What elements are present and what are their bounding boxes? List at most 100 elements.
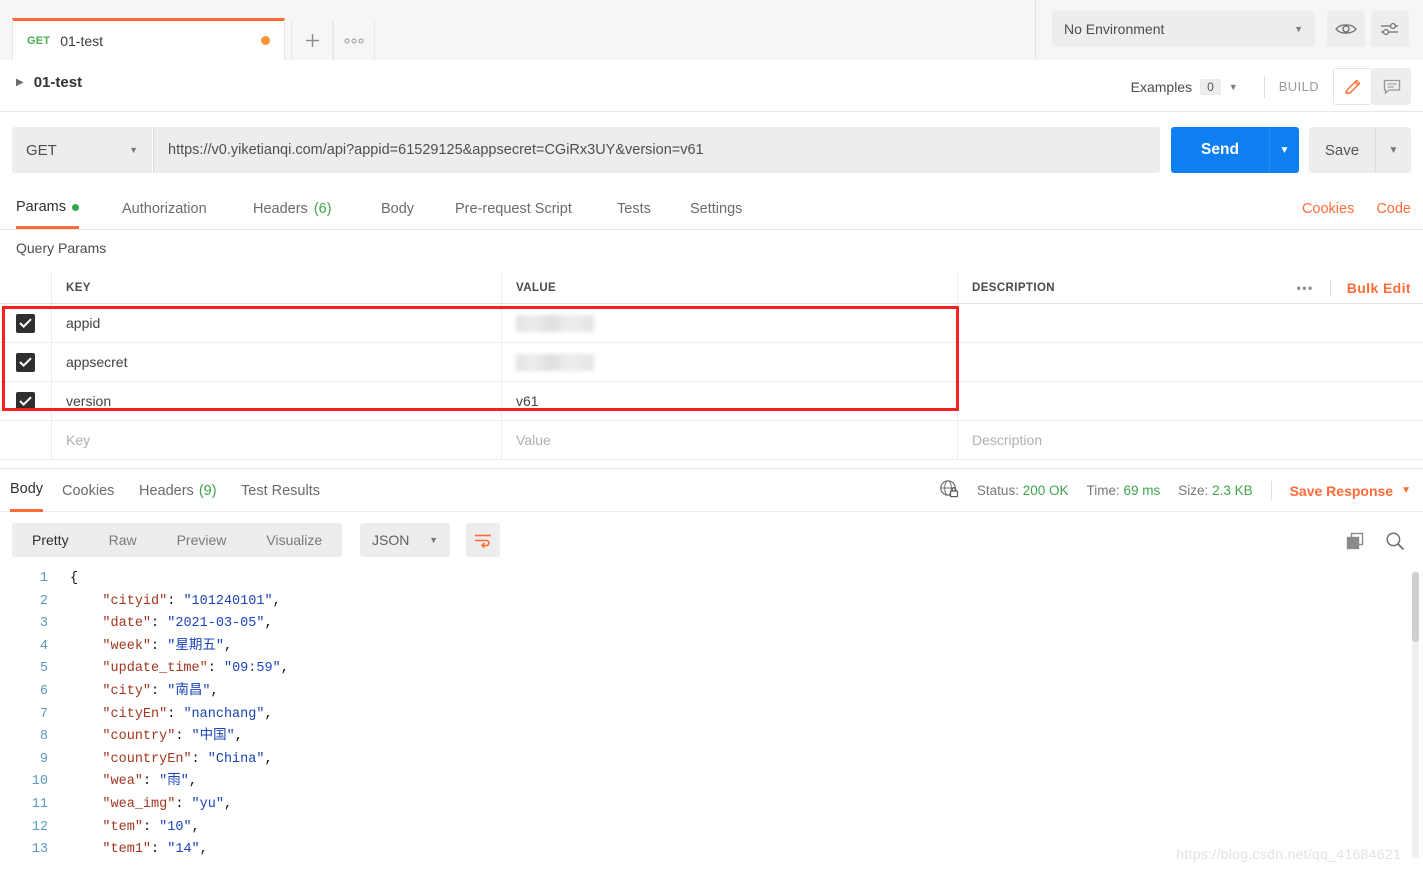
comment-icon (1383, 79, 1400, 95)
row-checkbox-cell[interactable] (0, 421, 52, 459)
code-link[interactable]: Code (1376, 201, 1411, 217)
line-number: 13 (31, 842, 48, 858)
table-row-empty[interactable]: Key Value Description (0, 421, 1423, 460)
new-param-description-cell[interactable]: Description (958, 421, 1423, 459)
response-format-selector[interactable]: JSON ▼ (360, 523, 450, 557)
param-value-cell[interactable]: v61 (502, 382, 958, 420)
response-scrollbar-thumb[interactable] (1412, 572, 1419, 642)
table-row[interactable]: version v61 (0, 382, 1423, 421)
json-key: "wea_img" (102, 796, 176, 812)
new-param-value-cell[interactable]: Value (502, 421, 958, 459)
environment-area: No Environment ▼ (1035, 0, 1423, 60)
view-mode-pretty[interactable]: Pretty (12, 523, 89, 557)
response-tab-headers-count: (9) (198, 482, 217, 499)
tab-body[interactable]: Body (381, 188, 414, 229)
examples-count-badge: 0 (1200, 78, 1221, 95)
json-line: "date": "2021-03-05", (102, 616, 273, 632)
request-header-bar: ▶ 01-test Examples 0 ▼ BUILD (0, 60, 1423, 112)
query-params-table: KEY VALUE DESCRIPTION ••• Bulk Edit appi… (0, 272, 1423, 460)
http-method-selector[interactable]: GET ▼ (12, 127, 152, 173)
param-key-text: version (66, 393, 112, 409)
checkbox-checked[interactable] (16, 313, 35, 333)
save-response-button[interactable]: Save Response ▼ (1290, 483, 1411, 499)
page-title: 01-test (33, 74, 83, 91)
globe-lock-icon[interactable] (939, 479, 959, 502)
table-header-tools: ••• Bulk Edit (1281, 278, 1423, 297)
comments-button[interactable] (1372, 68, 1411, 105)
tab-params[interactable]: Params (16, 188, 79, 229)
expand-triangle-icon[interactable]: ▶ (16, 77, 24, 88)
send-options-button[interactable]: ▼ (1269, 127, 1299, 173)
tab-settings-label: Settings (690, 200, 743, 217)
response-tab-cookies[interactable]: Cookies (62, 469, 114, 512)
save-options-button[interactable]: ▼ (1375, 127, 1411, 173)
table-row[interactable]: appsecret (0, 343, 1423, 382)
tab-options-button[interactable] (333, 21, 375, 60)
row-checkbox-cell[interactable] (0, 304, 52, 342)
tab-settings[interactable]: Settings (690, 188, 742, 229)
line-number: 4 (39, 638, 48, 654)
eye-icon (1335, 24, 1357, 34)
environment-selector[interactable]: No Environment ▼ (1052, 11, 1315, 47)
json-line: "week": "星期五", (102, 638, 233, 654)
bulk-edit-button[interactable]: Bulk Edit (1331, 280, 1411, 296)
request-tab-01-test[interactable]: GET 01-test (12, 18, 285, 60)
http-method-label: GET (26, 141, 57, 159)
param-value-cell[interactable] (502, 343, 958, 381)
save-button[interactable]: Save (1309, 127, 1375, 173)
send-button[interactable]: Send (1171, 127, 1269, 173)
json-value: "nanchang" (183, 706, 265, 722)
save-response-label: Save Response (1289, 482, 1394, 499)
json-value: "yu" (191, 796, 224, 812)
tab-pre-request-script[interactable]: Pre-request Script (455, 188, 572, 229)
search-button[interactable] (1385, 531, 1405, 554)
param-key-cell[interactable]: appid (52, 304, 502, 342)
divider (1270, 480, 1272, 501)
param-key-cell[interactable]: appsecret (52, 343, 502, 381)
param-description-cell[interactable] (958, 382, 1423, 420)
table-options-button[interactable]: ••• (1281, 281, 1330, 295)
param-description-cell[interactable] (958, 304, 1423, 342)
edit-mode-button[interactable] (1333, 68, 1372, 105)
param-key-cell[interactable]: version (52, 382, 502, 420)
environment-quick-look-button[interactable] (1327, 11, 1365, 47)
tab-authorization[interactable]: Authorization (122, 188, 207, 229)
json-key: "tem" (102, 819, 143, 835)
view-mode-visualize[interactable]: Visualize (246, 523, 342, 557)
chevron-down-icon: ▼ (1388, 144, 1399, 156)
examples-dropdown[interactable]: Examples 0 ▼ (1130, 78, 1238, 95)
new-param-key-cell[interactable]: Key (52, 421, 502, 459)
response-tab-body[interactable]: Body (10, 469, 44, 512)
row-checkbox-cell[interactable] (0, 343, 52, 381)
view-mode-raw[interactable]: Raw (89, 523, 157, 557)
response-tab-cookies-label: Cookies (62, 482, 115, 499)
checkbox-checked[interactable] (16, 352, 35, 372)
response-body-viewer[interactable]: 1 2 3 4 5 6 7 8 9 10 11 12 13 { "cityid"… (0, 568, 1423, 872)
tab-headers[interactable]: Headers (6) (253, 188, 332, 229)
tab-tests[interactable]: Tests (617, 188, 651, 229)
chevron-down-icon: ▼ (1279, 144, 1290, 156)
cookies-link[interactable]: Cookies (1302, 201, 1354, 217)
checkbox-checked[interactable] (16, 391, 35, 411)
table-row[interactable]: appid (0, 304, 1423, 343)
view-mode-preview[interactable]: Preview (157, 523, 247, 557)
response-tab-headers-label: Headers (139, 482, 194, 499)
json-brace: { (70, 571, 79, 586)
new-tab-button[interactable] (291, 21, 333, 60)
json-value: "101240101" (183, 593, 273, 609)
breadcrumb[interactable]: ▶ 01-test (16, 74, 82, 91)
word-wrap-button[interactable] (466, 523, 500, 557)
response-tab-headers[interactable]: Headers (9) (139, 469, 217, 512)
column-header-description: DESCRIPTION ••• Bulk Edit (958, 272, 1423, 303)
settings-button[interactable] (1371, 11, 1409, 47)
response-tab-test-results[interactable]: Test Results (241, 469, 320, 512)
json-value: "中国" (191, 729, 235, 745)
param-description-cell[interactable] (958, 343, 1423, 381)
row-checkbox-cell[interactable] (0, 382, 52, 420)
copy-button[interactable] (1346, 532, 1365, 554)
param-value-cell[interactable] (502, 304, 958, 342)
examples-label: Examples (1130, 78, 1193, 95)
ellipsis-icon (344, 37, 364, 44)
url-input[interactable]: https://v0.yiketianqi.com/api?appid=6152… (153, 127, 1160, 173)
size-group: Size: 2.3 KB (1178, 483, 1252, 498)
